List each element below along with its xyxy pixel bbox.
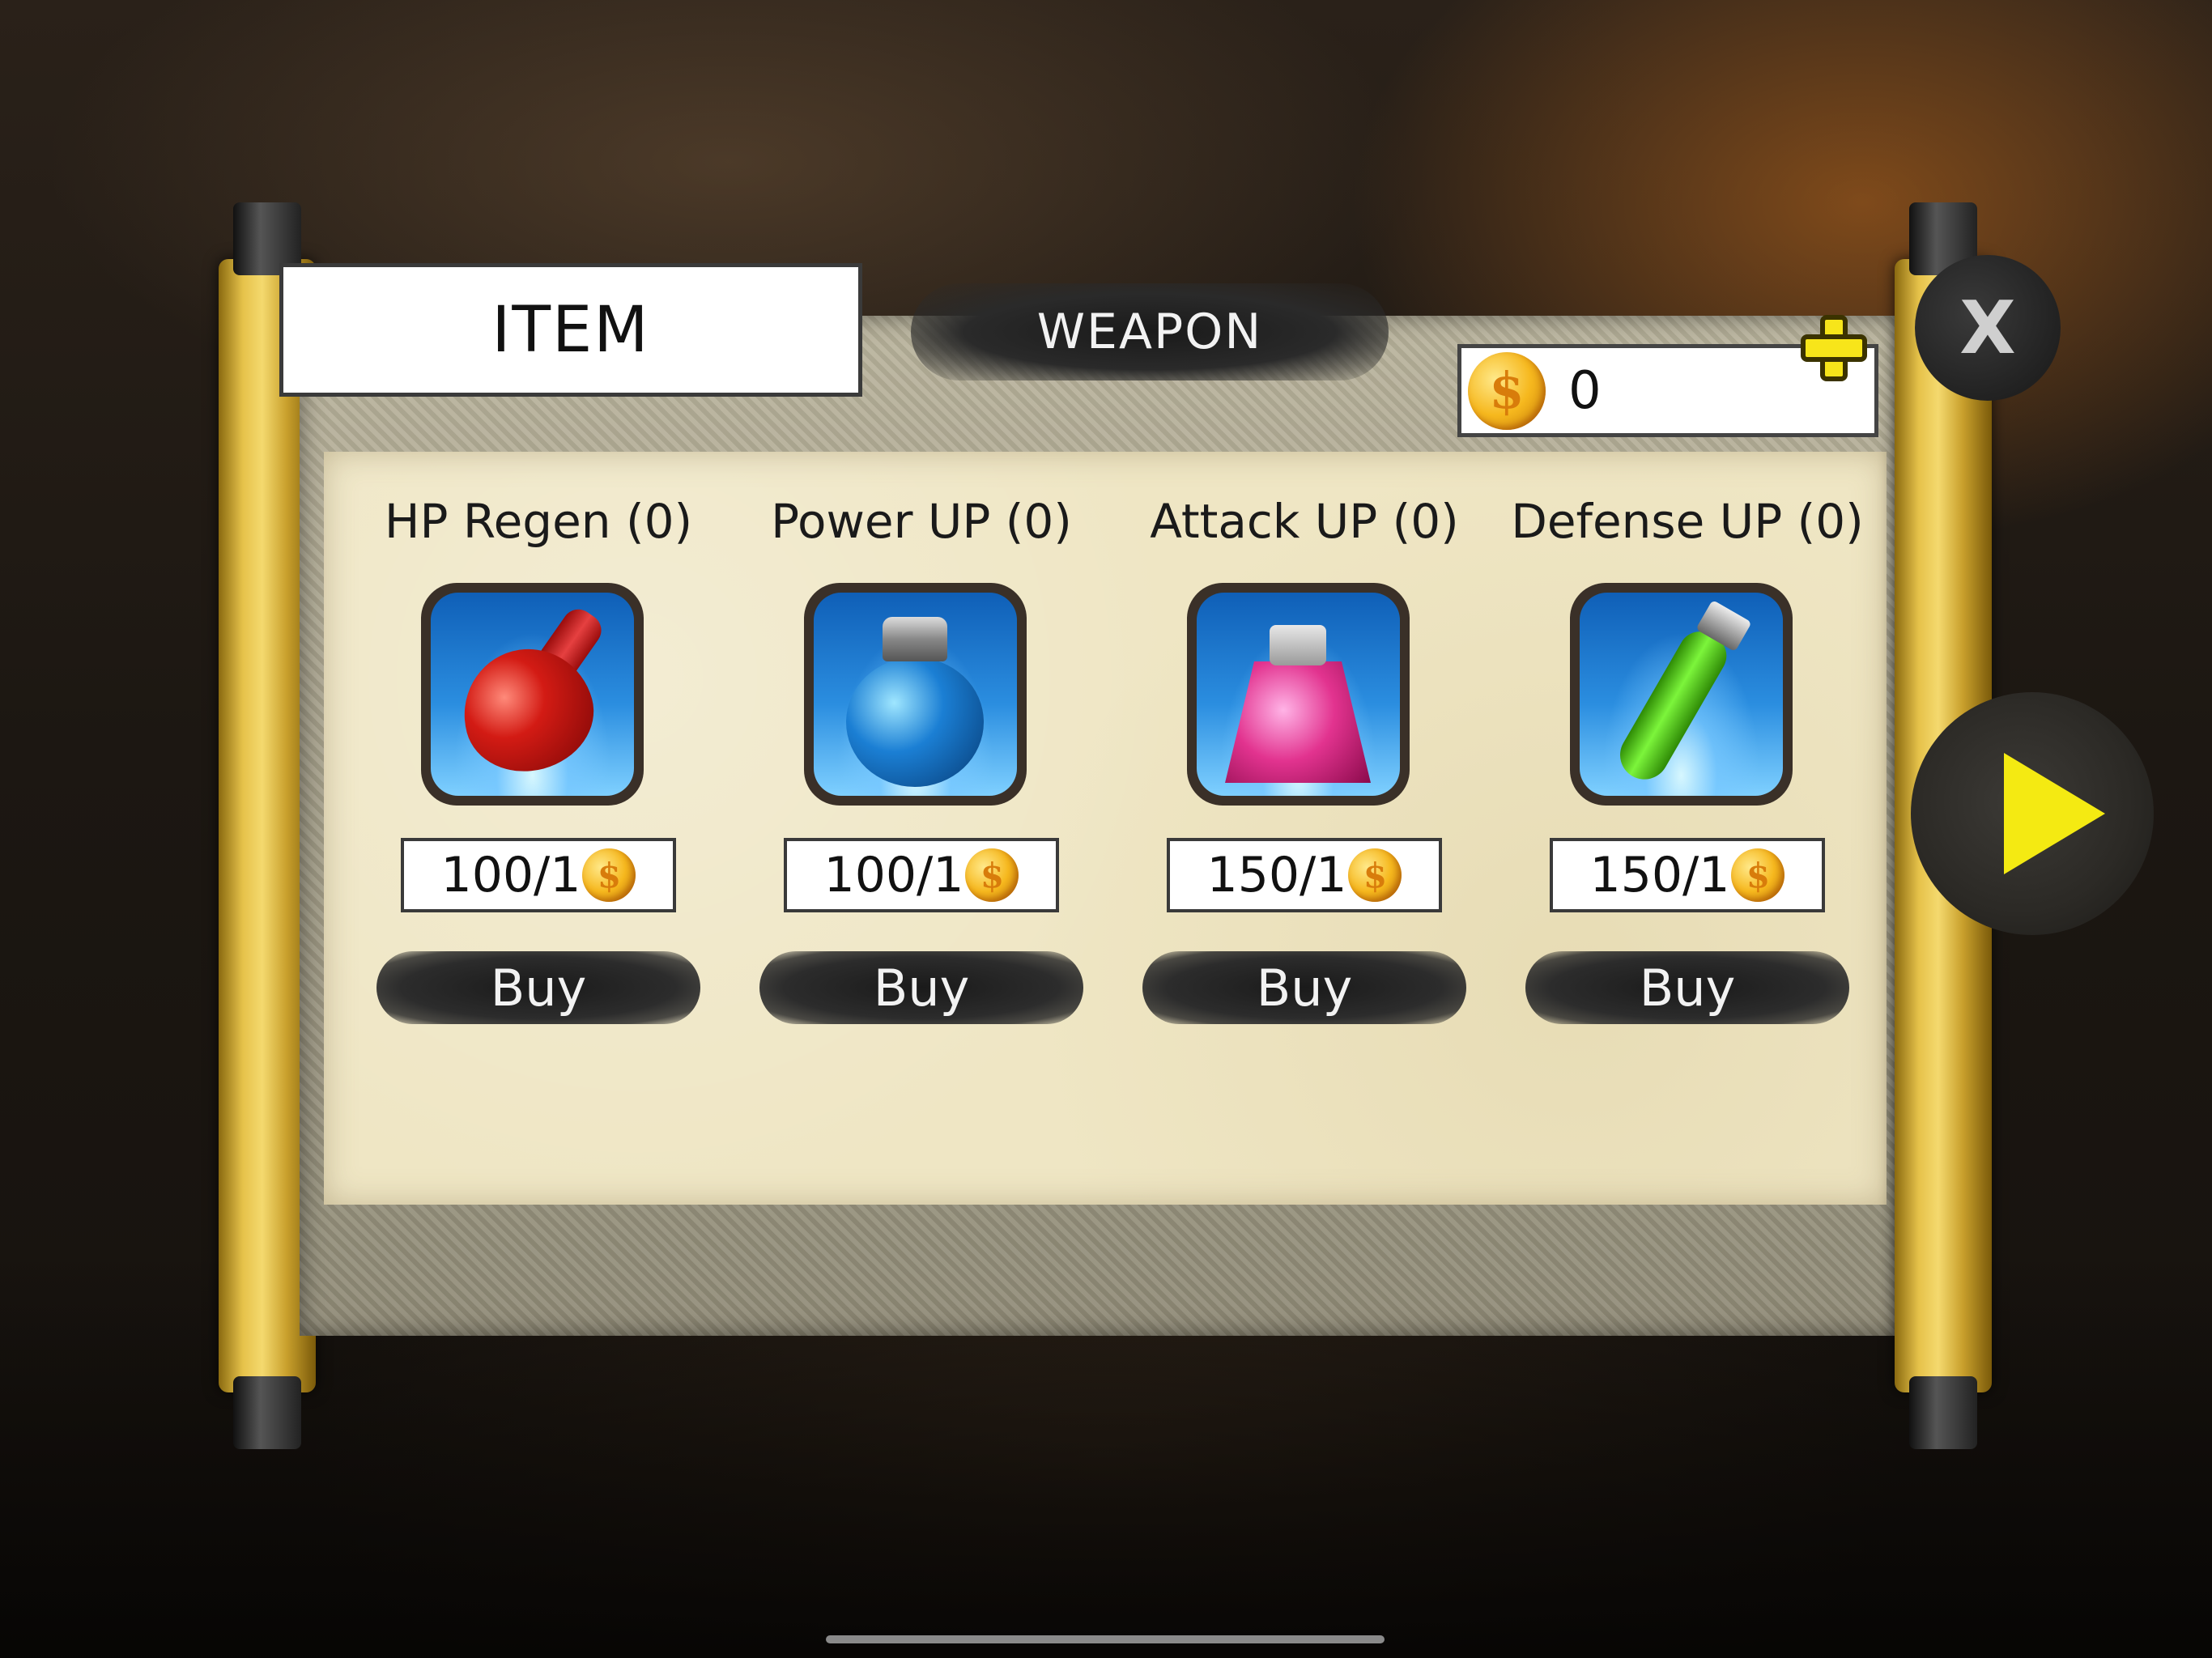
home-indicator[interactable]: [826, 1635, 1385, 1643]
tab-weapon-label: WEAPON: [1036, 304, 1263, 360]
item-icon-button[interactable]: [1187, 583, 1410, 806]
item-title: Attack UP (0): [1150, 494, 1459, 549]
buy-label: Buy: [1256, 958, 1353, 1018]
coin-icon: $: [1348, 848, 1402, 902]
close-icon: X: [1959, 285, 2016, 371]
red-potion-icon: [431, 593, 634, 796]
item-price: 150/1: [1206, 847, 1347, 903]
price-tag: 100/1 $: [401, 838, 676, 912]
item-price: 150/1: [1589, 847, 1730, 903]
price-tag: 150/1 $: [1167, 838, 1442, 912]
add-coins-button[interactable]: [1797, 312, 1870, 385]
price-tag: 100/1 $: [784, 838, 1059, 912]
green-potion-icon: [1580, 593, 1783, 796]
buy-label: Buy: [490, 958, 587, 1018]
item-card-attack-up: Attack UP (0) 150/1 $ Buy: [1114, 494, 1495, 1044]
item-title: Defense UP (0): [1511, 494, 1864, 549]
coin-count: 0: [1568, 360, 1602, 421]
price-tag: 150/1 $: [1550, 838, 1825, 912]
item-title: Power UP (0): [771, 494, 1072, 549]
pink-potion-icon: [1197, 593, 1400, 796]
buy-button-power-up[interactable]: Buy: [759, 951, 1083, 1024]
buy-button-hp-regen[interactable]: Buy: [376, 951, 700, 1024]
item-icon-button[interactable]: [421, 583, 644, 806]
item-list: HP Regen (0) 100/1 $ Buy Power UP (0) 10…: [348, 494, 1882, 1044]
coin-icon: $: [965, 848, 1019, 902]
buy-label: Buy: [1639, 958, 1736, 1018]
item-icon-button[interactable]: [804, 583, 1027, 806]
buy-button-defense-up[interactable]: Buy: [1525, 951, 1849, 1024]
item-card-defense-up: Defense UP (0) 150/1 $ Buy: [1497, 494, 1878, 1044]
coin-icon: $: [1731, 848, 1785, 902]
blue-potion-icon: [814, 593, 1017, 796]
item-card-power-up: Power UP (0) 100/1 $ Buy: [731, 494, 1112, 1044]
tab-item-label: ITEM: [491, 293, 650, 367]
item-price: 100/1: [440, 847, 581, 903]
coin-icon: $: [1468, 351, 1546, 430]
buy-label: Buy: [873, 958, 970, 1018]
item-card-hp-regen: HP Regen (0) 100/1 $ Buy: [348, 494, 729, 1044]
close-button[interactable]: X: [1915, 255, 2061, 401]
item-price: 100/1: [823, 847, 964, 903]
play-button[interactable]: [1911, 692, 2154, 935]
item-icon-button[interactable]: [1570, 583, 1793, 806]
buy-button-attack-up[interactable]: Buy: [1142, 951, 1466, 1024]
coin-icon: $: [582, 848, 636, 902]
tab-item[interactable]: ITEM: [279, 263, 862, 397]
tab-weapon[interactable]: WEAPON: [911, 283, 1389, 380]
item-title: HP Regen (0): [384, 494, 693, 549]
